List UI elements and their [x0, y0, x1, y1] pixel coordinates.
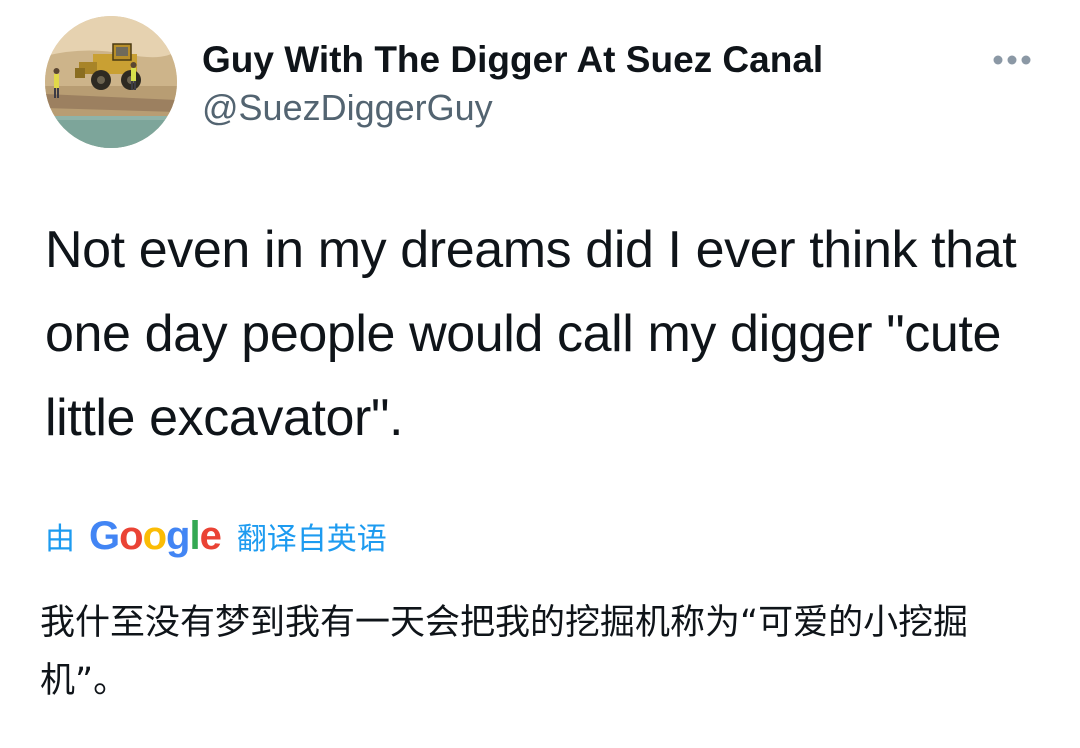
- more-options-button[interactable]: [984, 46, 1040, 74]
- translation-attribution: 由 Google 翻译自英语: [45, 510, 387, 562]
- excavator-photo-avatar: [45, 16, 177, 148]
- tweet-text: Not even in my dreams did I ever think t…: [45, 221, 1017, 447]
- author-display-name[interactable]: Guy With The Digger At Suez Canal: [202, 38, 823, 82]
- author-handle[interactable]: @SuezDiggerGuy: [202, 86, 493, 130]
- google-logo: Google: [89, 514, 222, 558]
- translated-from-link[interactable]: 翻译自英语: [237, 514, 387, 558]
- more-horizontal-icon: [993, 55, 1031, 65]
- translated-by-label: 由: [45, 522, 75, 557]
- avatar[interactable]: [45, 16, 177, 148]
- translation-text: 我什至没有梦到我有一天会把我的挖掘机称为“可爱的小挖掘机”。: [40, 603, 969, 701]
